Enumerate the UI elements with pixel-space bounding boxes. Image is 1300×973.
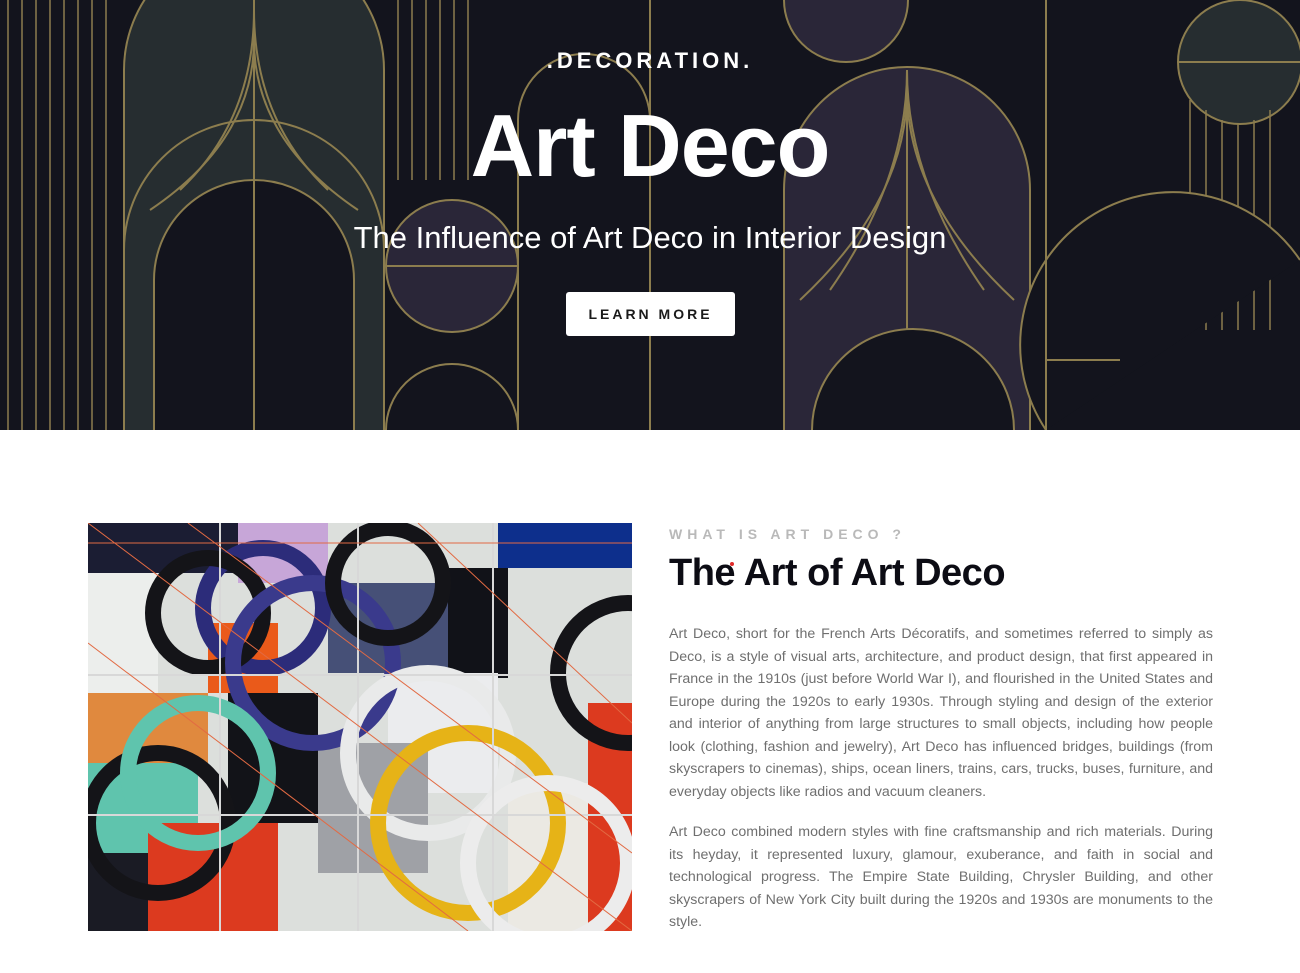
paragraph-intro: Art Deco, short for the French Arts Déco… — [669, 626, 1213, 800]
accent-dot — [730, 562, 734, 566]
hero-title: Art Deco — [470, 96, 831, 195]
paragraph-history: Art Deco combined modern styles with fin… — [669, 824, 1213, 930]
hero-content: .DECORATION. Art Deco The Influence of A… — [0, 0, 1300, 430]
hero-eyebrow: .DECORATION. — [546, 48, 754, 73]
geometric-artwork — [88, 523, 632, 931]
section-title-text: The Art of Art Deco — [669, 552, 1006, 594]
hero-banner: .DECORATION. Art Deco The Influence of A… — [0, 0, 1300, 430]
about-section: WHAT IS ART DECO ? The Art of Art Deco A… — [0, 430, 1300, 973]
learn-more-button[interactable]: LEARN MORE — [566, 292, 735, 336]
hero-subtitle: The Influence of Art Deco in Interior De… — [353, 220, 947, 255]
abstract-art-image — [88, 523, 632, 931]
section-title: The Art of Art Deco — [669, 549, 1213, 597]
section-kicker: WHAT IS ART DECO ? — [669, 526, 906, 542]
about-text: WHAT IS ART DECO ? The Art of Art Deco A… — [669, 525, 1213, 934]
